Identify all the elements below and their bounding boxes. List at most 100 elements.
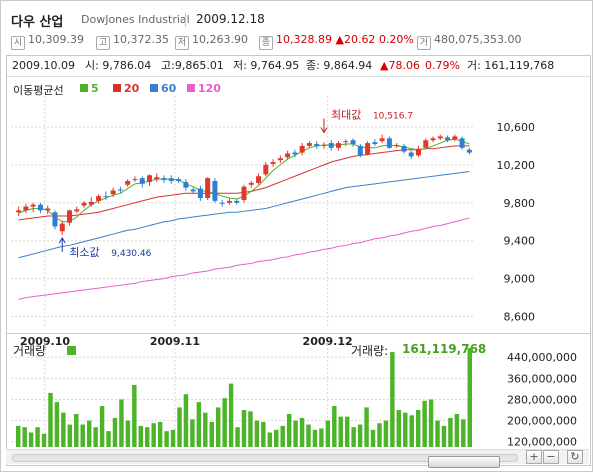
volume-bar <box>280 425 285 447</box>
min-value: 9,430.46 <box>111 249 151 259</box>
volume-bar <box>16 425 21 447</box>
candle-up <box>23 206 29 211</box>
candle-down <box>219 202 225 204</box>
quote-volume-value: 480,075,353.00 <box>434 33 522 46</box>
quote-open: 시 10,309.39 <box>11 32 84 50</box>
quote-volume: 거 480,075,353.00 <box>417 32 522 50</box>
quote-change-pct: 0.20% <box>378 33 414 46</box>
price-tick-label: 10,200 <box>497 159 536 172</box>
candle-up <box>74 209 80 212</box>
volume-tick-label: 120,000,000 <box>507 436 577 449</box>
candle-down <box>161 178 167 181</box>
volume-bar <box>351 427 356 447</box>
candle-up <box>270 162 276 164</box>
volume-bar <box>370 429 376 447</box>
candle-down <box>37 204 43 211</box>
candle-down <box>176 179 182 181</box>
candle-down <box>168 178 174 181</box>
candle-up <box>16 210 22 213</box>
volume-bar <box>344 416 350 447</box>
volume-bar <box>274 429 279 447</box>
volume-bar <box>215 407 221 447</box>
candle-down <box>372 142 378 145</box>
zoom-out-button[interactable]: − <box>543 450 559 464</box>
header-divider <box>185 13 186 27</box>
volume-bar <box>332 406 337 447</box>
volume-bar <box>299 417 305 447</box>
candle-up <box>59 223 65 232</box>
volume-bar <box>390 351 395 447</box>
volume-bar <box>261 421 266 447</box>
volume-bar <box>99 406 105 447</box>
candle-down <box>190 189 196 192</box>
volume-bar <box>196 402 202 447</box>
quote-summary: 시 10,309.39 고 10,372.35 저 10,263.90 종 10,328… <box>11 32 593 50</box>
info-open: 시: 9,786.04 <box>85 59 152 72</box>
candle-up <box>45 208 51 211</box>
refresh-icon[interactable]: ↻ <box>567 450 583 464</box>
volume-bar <box>467 347 472 447</box>
quote-date: 2009.12.18 <box>196 12 265 26</box>
volume-bar <box>54 402 60 447</box>
candle-up <box>430 138 436 141</box>
candle-down <box>292 152 298 155</box>
volume-bar <box>409 415 414 447</box>
volume-bar <box>461 419 466 447</box>
min-label: 최소값 <box>69 246 99 259</box>
info-volume: 거: 161,119,768 <box>467 59 555 72</box>
scroll-thumb[interactable] <box>428 456 500 468</box>
volume-bar <box>364 407 369 447</box>
volume-bar <box>293 420 298 447</box>
volume-bar <box>241 410 247 447</box>
candle-down <box>386 138 392 148</box>
volume-bar <box>377 423 382 447</box>
candle-up <box>256 176 262 183</box>
candle-up <box>110 190 116 195</box>
candle-up <box>423 140 429 148</box>
candle-up <box>248 182 254 185</box>
volume-bar <box>28 432 34 447</box>
volume-bar <box>119 399 124 447</box>
candle-up <box>437 136 443 139</box>
candle-up <box>365 143 371 155</box>
candle-up <box>321 144 327 146</box>
chart-panel[interactable]: 2009.10.09 시: 9,786.04 고:9,865.01 저: 9,7… <box>6 55 591 466</box>
volume-bar <box>112 417 118 447</box>
volume-bar <box>132 384 137 447</box>
candle-down <box>117 189 123 191</box>
volume-bar <box>22 427 27 447</box>
ma60-line <box>18 171 470 259</box>
chart-window: 다우 산업 DowJones Industrial 2009.12.18 시 10… <box>0 0 593 472</box>
candle-up <box>81 202 87 206</box>
volume-bar <box>306 424 311 447</box>
price-chart[interactable]: 10,60010,2009,8009,4009,0008,6002009.10 2… <box>7 76 590 346</box>
candle-up <box>125 180 131 185</box>
chart-scrollbar[interactable]: + − ↻ <box>6 449 589 468</box>
info-low: 저: 9,764.95 <box>233 59 300 72</box>
quote-change: ▲20.62 <box>335 33 376 46</box>
zoom-in-button[interactable]: + <box>526 450 542 464</box>
volume-bar <box>248 411 253 447</box>
candle-up <box>299 145 305 153</box>
volume-bar <box>86 420 92 447</box>
candle-up <box>415 148 421 156</box>
quote-header: 다우 산업 DowJones Industrial 2009.12.18 시 10… <box>5 5 588 50</box>
volume-bar <box>61 412 66 447</box>
close-icon: 종 <box>259 36 273 50</box>
volume-bar <box>235 427 240 447</box>
volume-bar <box>170 429 176 447</box>
volume-bar <box>190 419 195 447</box>
quote-close-value: 10,328.89 <box>276 33 332 46</box>
candle-up <box>154 177 160 180</box>
volume-chart[interactable]: 440,000,000 360,000,000 280,000,000 200,000… <box>7 334 590 454</box>
volume-bar <box>254 420 260 447</box>
candle-down <box>183 181 189 188</box>
volume-bar <box>125 420 131 447</box>
candle-up <box>452 136 458 140</box>
candle-up <box>96 196 102 201</box>
candle-down <box>314 144 320 146</box>
candle-down <box>103 196 109 198</box>
scroll-track[interactable] <box>12 454 518 468</box>
volume-bar <box>164 431 169 447</box>
candle-up <box>379 138 385 142</box>
